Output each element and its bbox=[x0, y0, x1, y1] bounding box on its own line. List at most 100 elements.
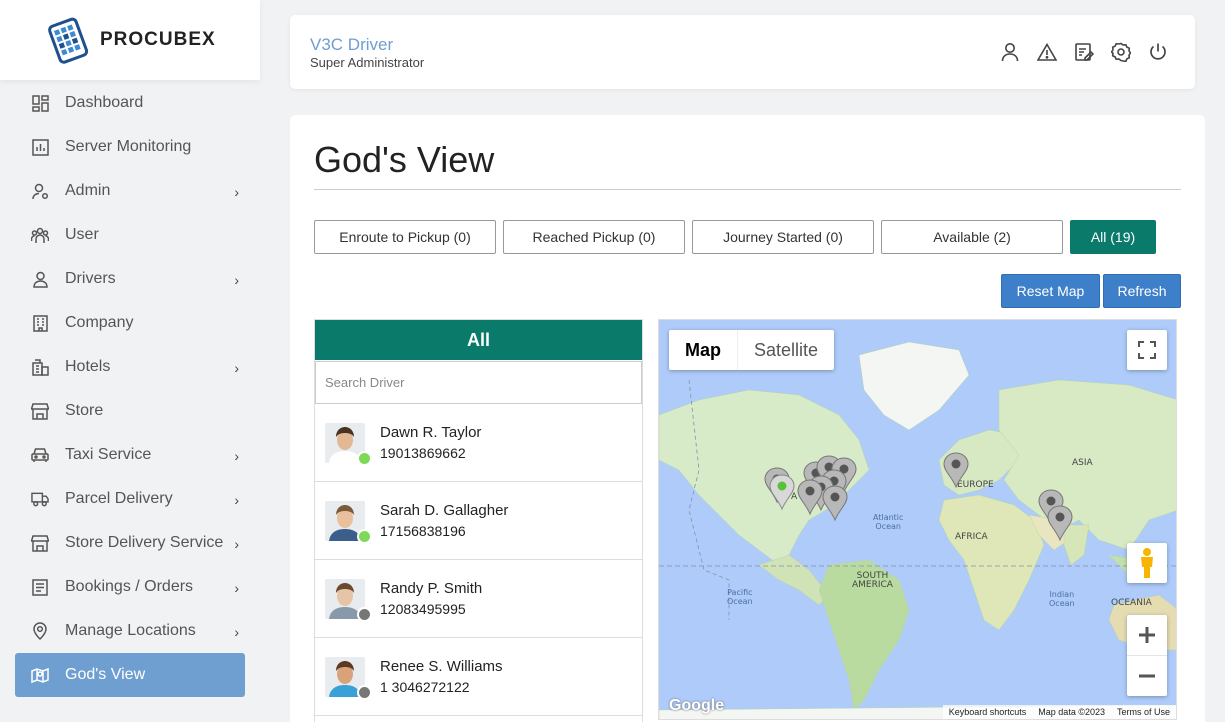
driver-list: Dawn R. Taylor 19013869662 Sarah D. Gallag… bbox=[315, 404, 642, 716]
map-marker[interactable] bbox=[797, 479, 823, 515]
sidebar-item-label: God's View bbox=[65, 666, 146, 683]
user-role: Super Administrator bbox=[310, 55, 425, 70]
sidebar-item-label: Dashboard bbox=[65, 94, 144, 111]
driver-info: Dawn R. Taylor 19013869662 bbox=[380, 424, 481, 461]
zoom-control bbox=[1127, 615, 1167, 696]
chevron-right-icon: › bbox=[234, 448, 239, 464]
sidebar-item-store[interactable]: Store bbox=[15, 389, 245, 433]
building-icon bbox=[31, 314, 49, 332]
driver-phone: 12083495995 bbox=[380, 601, 466, 617]
driver-icon bbox=[31, 270, 49, 288]
refresh-button[interactable]: Refresh bbox=[1103, 274, 1181, 308]
chevron-right-icon: › bbox=[234, 360, 239, 376]
keyboard-shortcuts-link[interactable]: Keyboard shortcuts bbox=[949, 707, 1027, 717]
filter-reached-button[interactable]: Reached Pickup (0) bbox=[503, 220, 685, 254]
status-dot bbox=[357, 528, 372, 544]
map-type-control: Map Satellite bbox=[669, 330, 835, 370]
map-type-map-button[interactable]: Map bbox=[669, 330, 738, 370]
map-icon bbox=[31, 666, 49, 684]
brand-logo[interactable]: PROCUBEX bbox=[0, 0, 260, 80]
location-icon bbox=[31, 622, 49, 640]
sidebar-item-admin[interactable]: Admin › bbox=[15, 169, 245, 213]
driver-avatar bbox=[325, 656, 372, 700]
filter-available-button[interactable]: Available (2) bbox=[881, 220, 1063, 254]
settings-icon[interactable] bbox=[1110, 41, 1132, 63]
title-divider bbox=[314, 189, 1181, 190]
alert-icon[interactable] bbox=[1036, 41, 1058, 63]
app-title: V3C Driver bbox=[310, 35, 394, 54]
sidebar-item-manage-locations[interactable]: Manage Locations › bbox=[15, 609, 245, 653]
sidebar-item-label: Server Monitoring bbox=[65, 138, 192, 155]
sidebar-item-company[interactable]: Company bbox=[15, 301, 245, 345]
zoom-out-button[interactable] bbox=[1127, 656, 1167, 696]
filter-all-button[interactable]: All (19) bbox=[1070, 220, 1156, 254]
search-driver-input[interactable]: Search Driver bbox=[315, 361, 642, 404]
chevron-right-icon: › bbox=[234, 272, 239, 288]
sidebar-item-label: Admin bbox=[65, 182, 111, 199]
driver-row[interactable]: Dawn R. Taylor 19013869662 bbox=[315, 404, 642, 482]
chevron-right-icon: › bbox=[234, 184, 239, 200]
driver-name: Renee S. Williams bbox=[380, 658, 503, 675]
zoom-in-button[interactable] bbox=[1127, 616, 1167, 656]
google-logo: Google bbox=[669, 697, 725, 714]
map-view[interactable]: EUROPE ASIA AFRICA OCEANIA SOUTH AMERICA… bbox=[658, 319, 1177, 720]
filter-enroute-button[interactable]: Enroute to Pickup (0) bbox=[314, 220, 496, 254]
edit-icon[interactable] bbox=[1073, 41, 1095, 63]
reset-map-button[interactable]: Reset Map bbox=[1001, 274, 1100, 308]
brand-name: PROCUBEX bbox=[100, 29, 216, 50]
users-icon bbox=[31, 226, 49, 244]
driver-info: Renee S. Williams 1 3046272122 bbox=[380, 658, 503, 695]
sidebar-item-server-monitoring[interactable]: Server Monitoring bbox=[15, 125, 245, 169]
sidebar-item-label: Drivers bbox=[65, 270, 116, 287]
map-marker[interactable] bbox=[769, 474, 795, 510]
chevron-right-icon: › bbox=[234, 536, 239, 552]
map-marker[interactable] bbox=[943, 452, 969, 488]
sidebar-item-label: Store bbox=[65, 402, 104, 419]
page-title: God's View bbox=[314, 139, 495, 180]
marker-layer bbox=[764, 452, 1073, 541]
power-icon[interactable] bbox=[1147, 41, 1169, 63]
user-icon[interactable] bbox=[999, 41, 1021, 63]
sidebar-item-user[interactable]: User bbox=[15, 213, 245, 257]
chevron-right-icon: › bbox=[234, 492, 239, 508]
terms-link[interactable]: Terms of Use bbox=[1117, 707, 1170, 717]
sidebar-item-bookings-orders[interactable]: Bookings / Orders › bbox=[15, 565, 245, 609]
driver-name: Sarah D. Gallagher bbox=[380, 502, 509, 519]
minus-icon bbox=[1139, 674, 1155, 677]
sidebar-item-store-delivery-service[interactable]: Store Delivery Service › bbox=[15, 521, 245, 565]
street-view-button[interactable] bbox=[1127, 543, 1167, 583]
driver-phone: 19013869662 bbox=[380, 445, 466, 461]
map-marker[interactable] bbox=[822, 485, 848, 521]
driver-row[interactable]: Randy P. Smith 12083495995 bbox=[315, 560, 642, 638]
sidebar-item-dashboard[interactable]: Dashboard bbox=[15, 81, 245, 125]
chevron-right-icon: › bbox=[234, 624, 239, 640]
sidebar: PROCUBEX Dashboard Server Monitoring Admin… bbox=[0, 0, 260, 722]
map-type-satellite-button[interactable]: Satellite bbox=[738, 330, 834, 370]
store-icon bbox=[31, 534, 49, 552]
sidebar-item-label: Store Delivery Service bbox=[65, 534, 224, 551]
fullscreen-button[interactable] bbox=[1127, 330, 1167, 370]
sidebar-item-label: Manage Locations bbox=[65, 622, 196, 639]
driver-row[interactable]: Renee S. Williams 1 3046272122 bbox=[315, 638, 642, 716]
map-data-text: Map data ©2023 bbox=[1038, 707, 1105, 717]
driver-avatar bbox=[325, 578, 372, 622]
driver-phone: 1 3046272122 bbox=[380, 679, 470, 695]
hotel-icon bbox=[31, 358, 49, 376]
sidebar-item-hotels[interactable]: Hotels › bbox=[15, 345, 245, 389]
pegman-icon bbox=[1141, 548, 1153, 578]
driver-avatar bbox=[325, 422, 372, 466]
driver-info: Sarah D. Gallagher 17156838196 bbox=[380, 502, 508, 539]
truck-icon bbox=[31, 490, 49, 508]
sidebar-item-taxi-service[interactable]: Taxi Service › bbox=[15, 433, 245, 477]
driver-row[interactable]: Sarah D. Gallagher 17156838196 bbox=[315, 482, 642, 560]
status-dot bbox=[357, 450, 372, 466]
sidebar-item-drivers[interactable]: Drivers › bbox=[15, 257, 245, 301]
car-icon bbox=[31, 446, 49, 464]
sidebar-item-parcel-delivery[interactable]: Parcel Delivery › bbox=[15, 477, 245, 521]
sidebar-item-god-s-view[interactable]: God's View bbox=[15, 653, 245, 697]
filter-journey-button[interactable]: Journey Started (0) bbox=[692, 220, 874, 254]
driver-name: Randy P. Smith bbox=[380, 580, 483, 597]
dashboard-icon bbox=[31, 94, 49, 112]
list-icon bbox=[31, 578, 49, 596]
map-marker[interactable] bbox=[1047, 505, 1073, 541]
